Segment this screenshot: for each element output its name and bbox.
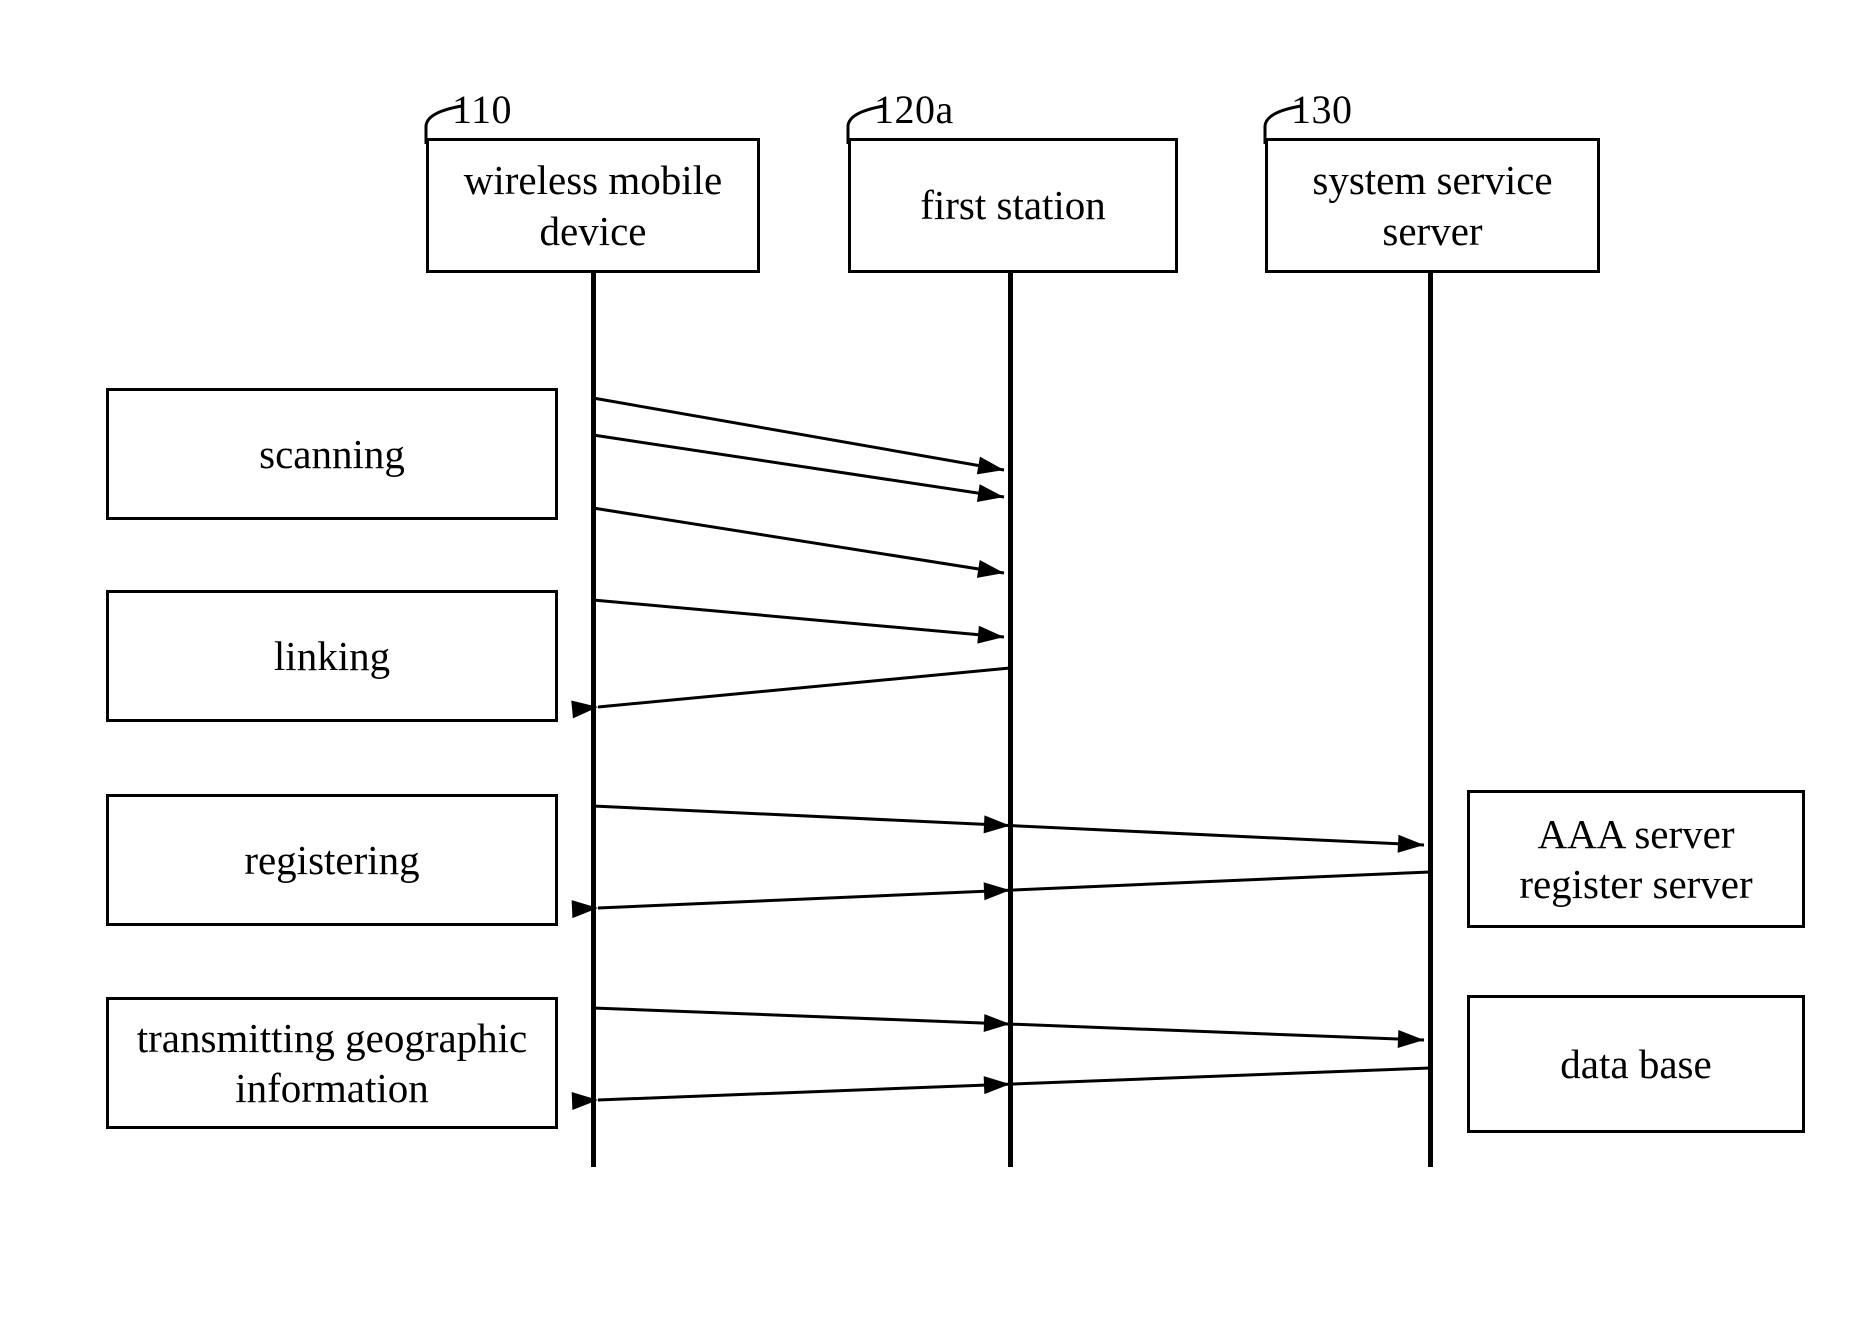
- message-arrow: [592, 506, 1005, 578]
- actor-label-wireless-mobile-device: wireless mobile device: [463, 157, 723, 254]
- side-box-data-base[interactable]: data base: [1467, 995, 1805, 1133]
- message-arrow: [571, 870, 1431, 919]
- message-arrow: [592, 433, 1005, 503]
- leader-line-120a: [846, 104, 885, 144]
- actor-box-system-service-server[interactable]: system service server: [1265, 138, 1600, 273]
- phase-label-scanning: scanning: [259, 430, 405, 477]
- lifeline-system-service-server: [1428, 273, 1433, 1167]
- phase-box-scanning[interactable]: scanning: [106, 388, 558, 520]
- phase-box-registering[interactable]: registering: [106, 794, 558, 926]
- side-label-data-base: data base: [1560, 1040, 1712, 1087]
- actor-label-first-station: first station: [920, 182, 1106, 229]
- actor-box-first-station[interactable]: first station: [848, 138, 1178, 273]
- phase-box-transmitting-geographic-information[interactable]: transmitting geographic information: [106, 997, 558, 1129]
- phase-label-transmitting-geographic-information: transmitting geographic information: [136, 1014, 528, 1111]
- message-arrow: [592, 396, 1005, 475]
- lifeline-first-station: [1008, 273, 1013, 1167]
- actor-label-system-service-server: system service server: [1312, 157, 1553, 254]
- lifeline-wireless-mobile-device: [591, 273, 596, 1167]
- actor-box-wireless-mobile-device[interactable]: wireless mobile device: [426, 138, 760, 273]
- phase-label-registering: registering: [244, 836, 420, 883]
- leader-line-130: [1263, 104, 1302, 144]
- side-label-aaa-server: AAA server register server: [1519, 810, 1753, 907]
- leader-line-110: [424, 104, 463, 144]
- phase-label-linking: linking: [273, 632, 391, 679]
- message-arrow: [592, 598, 1005, 644]
- figure-canvas: 110 120a 130 wireless mobile device firs…: [0, 0, 1862, 1330]
- message-arrow: [571, 1066, 1431, 1110]
- phase-box-linking[interactable]: linking: [106, 590, 558, 722]
- message-arrow: [571, 666, 1011, 719]
- side-box-aaa-server[interactable]: AAA server register server: [1467, 790, 1805, 928]
